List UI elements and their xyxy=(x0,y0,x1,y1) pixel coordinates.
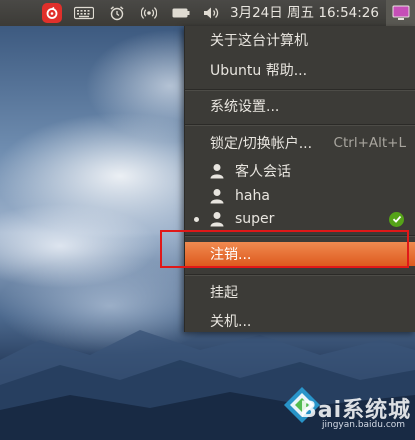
menu-item-suspend[interactable]: 挂起 xyxy=(185,280,415,304)
menu-item-label: 挂起 xyxy=(210,285,238,301)
user-icon xyxy=(210,212,224,227)
user-icon xyxy=(210,189,224,204)
menu-separator xyxy=(185,124,415,126)
menu-item-user-guest[interactable]: 客人会话 xyxy=(185,159,415,183)
menu-item-system-settings[interactable]: 系统设置... xyxy=(185,94,415,118)
battery-indicator[interactable] xyxy=(170,0,192,26)
top-panel: 3月24日 周五 16:54:26 xyxy=(0,0,415,26)
session-dropdown-menu: 关于这台计算机 Ubuntu 帮助... 系统设置... 锁定/切换帐户... … xyxy=(184,26,415,332)
menu-item-label: 系统设置... xyxy=(210,99,280,115)
volume-indicator[interactable] xyxy=(201,0,221,26)
menu-item-lock-switch[interactable]: 锁定/切换帐户... Ctrl+Alt+L xyxy=(185,131,415,155)
lock-shortcut: Ctrl+Alt+L xyxy=(333,135,406,151)
alarm-indicator[interactable] xyxy=(106,0,128,26)
netease-music-indicator[interactable] xyxy=(40,0,64,26)
network-indicator[interactable] xyxy=(138,0,160,26)
menu-item-user-super[interactable]: super xyxy=(185,207,415,231)
session-icon xyxy=(392,5,409,20)
menu-separator xyxy=(185,274,415,276)
wireless-icon xyxy=(141,7,157,19)
menu-item-about[interactable]: 关于这台计算机 xyxy=(185,28,415,52)
user-icon xyxy=(210,164,224,179)
menu-item-shutdown[interactable]: 关机... xyxy=(185,309,415,333)
menu-item-label: Ubuntu 帮助... xyxy=(210,63,308,79)
menu-item-label: haha xyxy=(235,188,270,204)
menu-item-user-haha[interactable]: haha xyxy=(185,184,415,208)
annotation-highlight-box xyxy=(160,230,409,268)
watermark-url: jingyan.baidu.com xyxy=(322,420,406,430)
netease-music-icon xyxy=(42,3,62,23)
active-user-dot xyxy=(194,216,199,222)
menu-item-label: 关机... xyxy=(210,314,252,330)
menu-item-label: 客人会话 xyxy=(235,164,291,180)
menu-item-label: 关于这台计算机 xyxy=(210,33,308,49)
session-menu-button[interactable] xyxy=(386,0,415,26)
datetime-clock[interactable]: 3月24日 周五 16:54:26 xyxy=(230,0,379,26)
check-icon xyxy=(389,211,404,227)
menu-item-help[interactable]: Ubuntu 帮助... xyxy=(185,58,415,82)
menu-separator xyxy=(185,89,415,91)
volume-icon xyxy=(204,7,219,19)
menu-item-label: 锁定/切换帐户... xyxy=(210,136,313,152)
battery-icon xyxy=(172,8,190,18)
keyboard-indicator[interactable] xyxy=(72,0,96,26)
keyboard-icon xyxy=(74,6,94,20)
menu-item-label: super xyxy=(235,211,275,227)
alarm-clock-icon xyxy=(110,6,124,21)
